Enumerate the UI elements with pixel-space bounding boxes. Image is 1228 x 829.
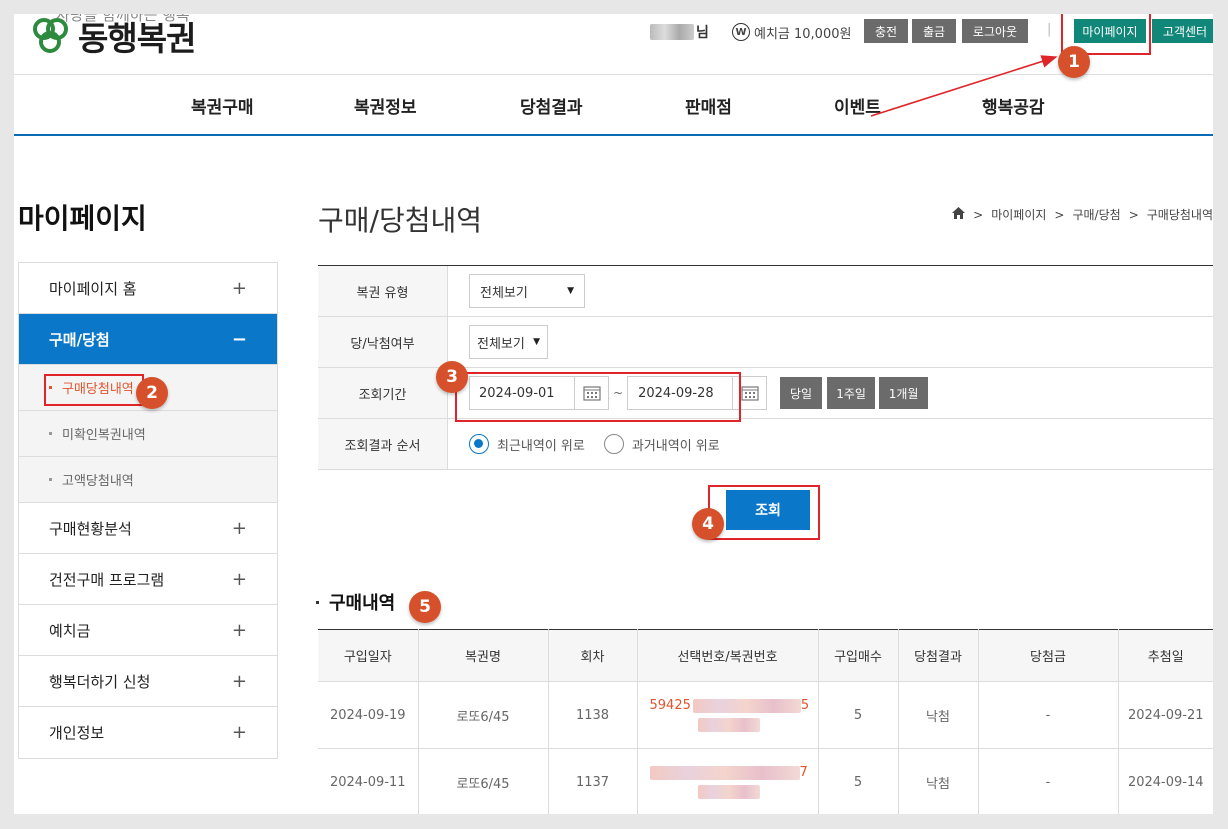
page: 사랑을 함께하는 행복 동행복권 님 W 예치금 10,000원 충전 출금 로… (14, 14, 1213, 814)
callout-5: 5 (409, 591, 441, 623)
callout-4: 4 (692, 508, 724, 540)
callout-1: 1 (1058, 46, 1090, 78)
annotation-arrow (870, 55, 1058, 117)
callout-2: 2 (136, 377, 168, 409)
callout-3: 3 (436, 361, 468, 393)
